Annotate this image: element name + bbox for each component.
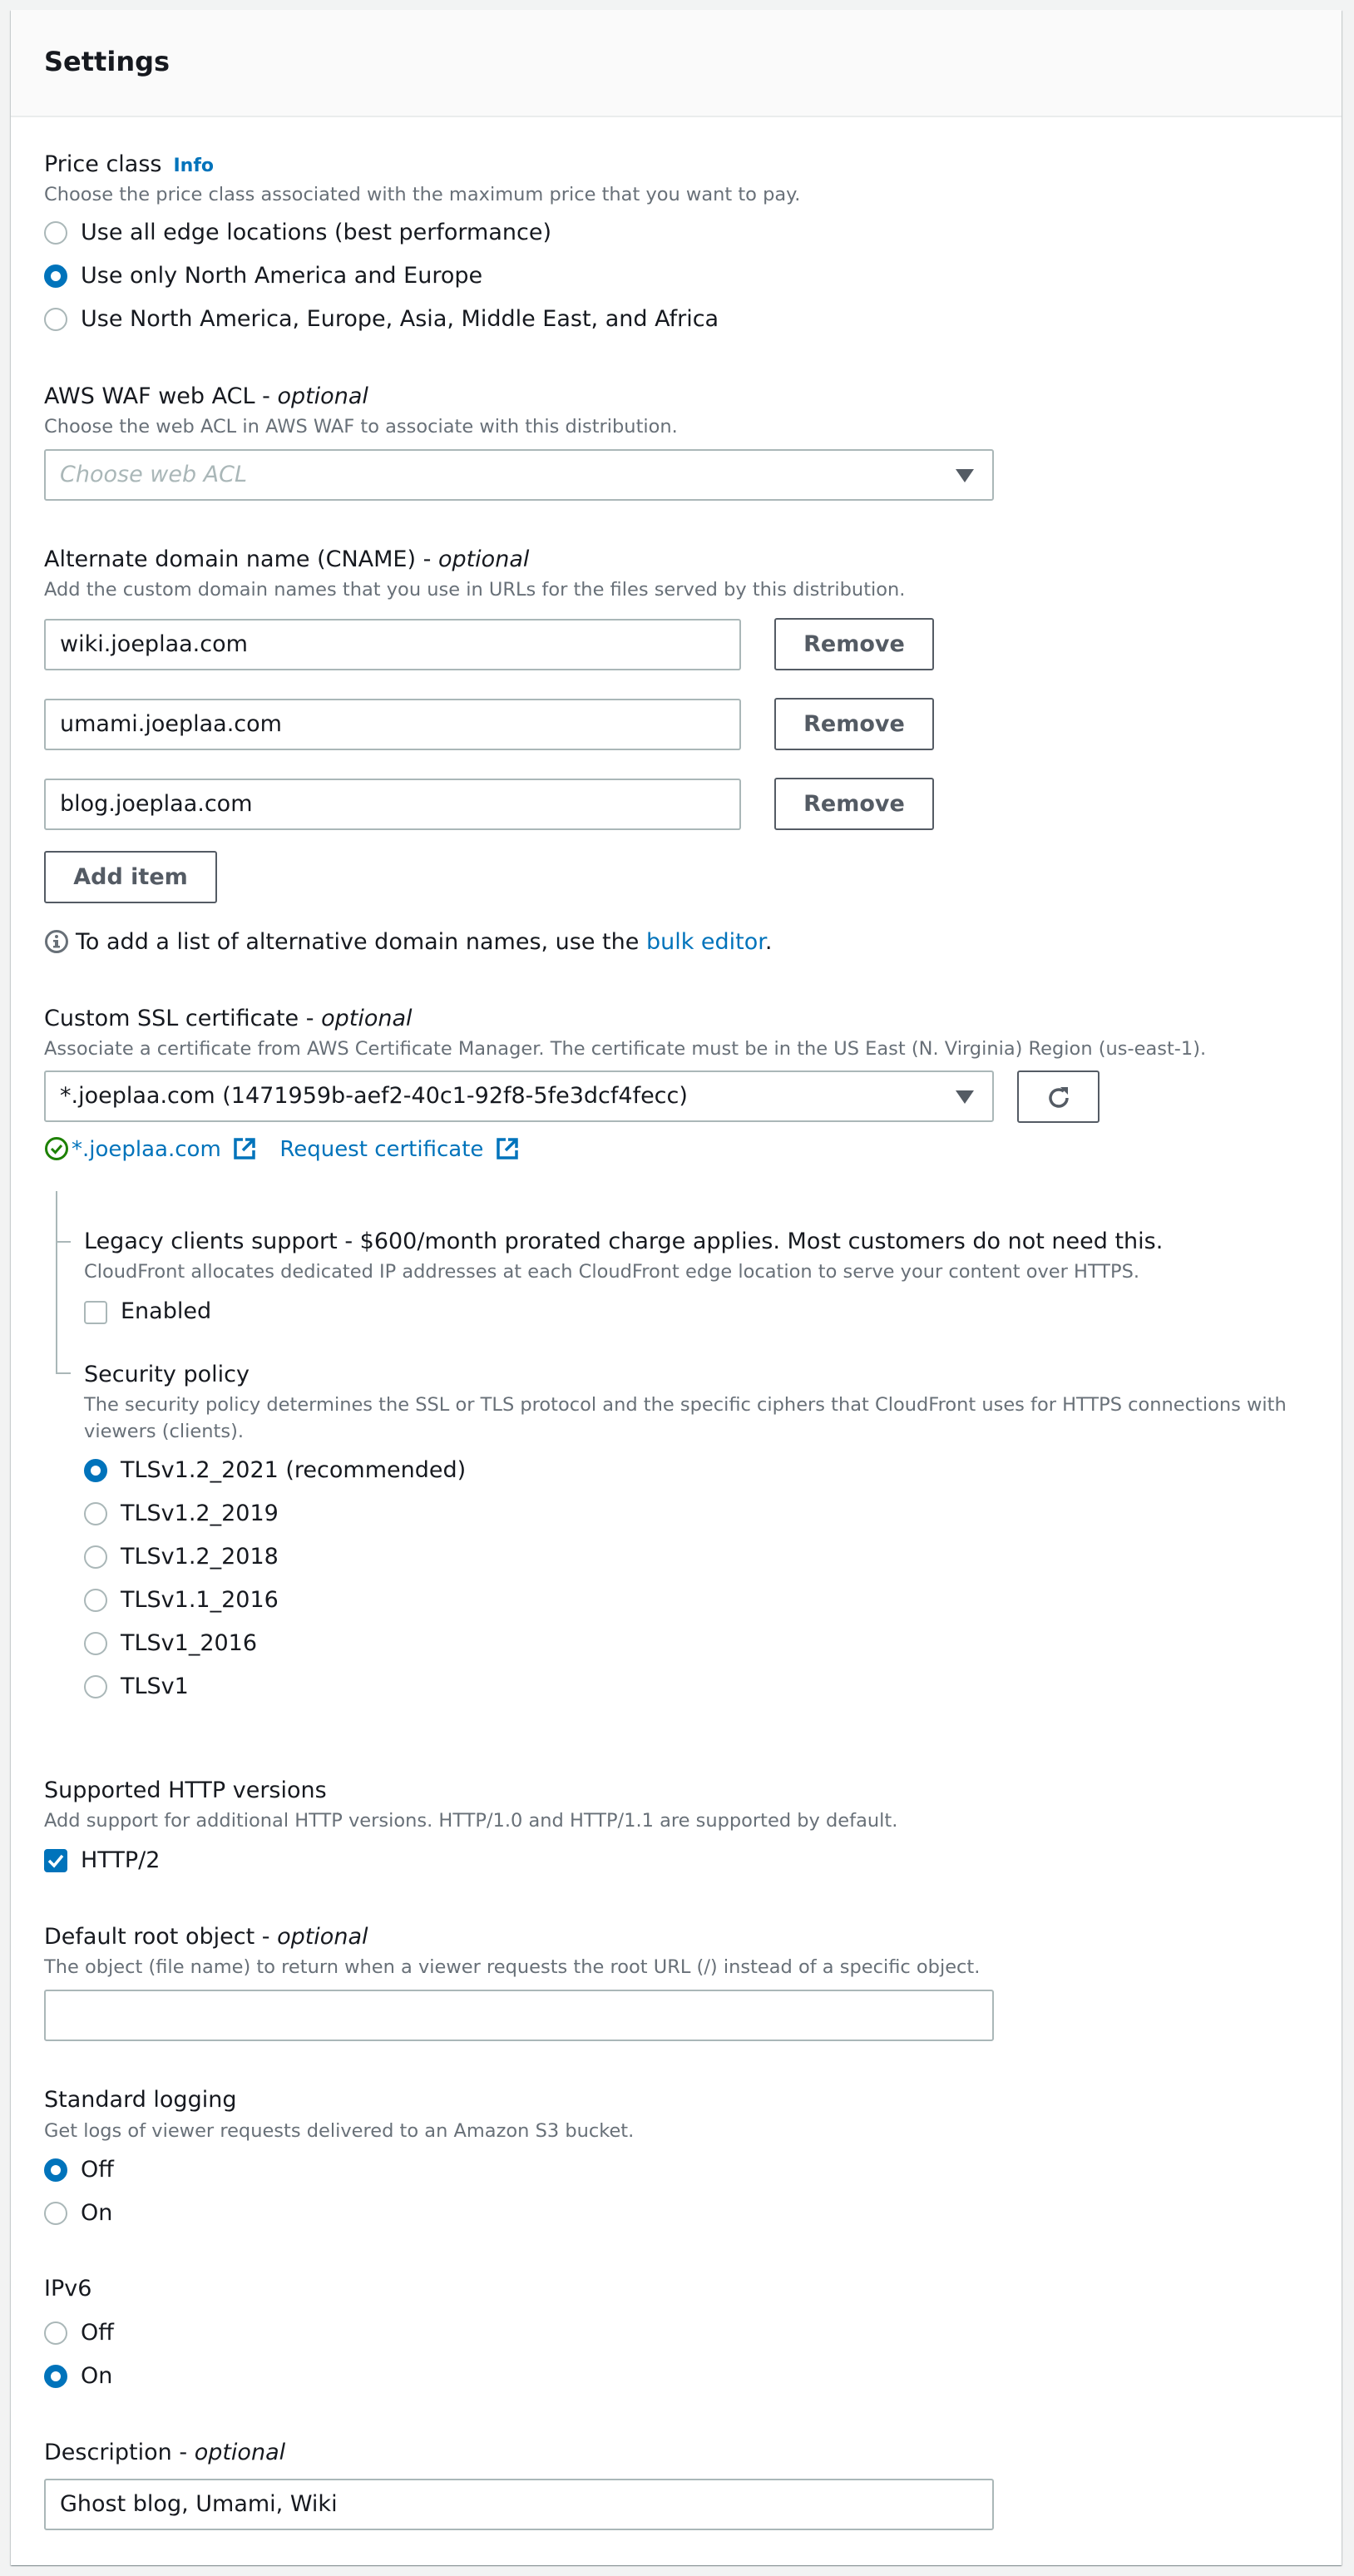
caret-down-icon [956,1090,974,1104]
root-object-label-text: Default root object - [44,1924,278,1950]
security-policy-label: Security policy [84,1362,250,1387]
price-class-option-na-eu-asia-label[interactable]: Use North America, Europe, Asia, Middle … [81,305,719,334]
ipv6-label: IPv6 [44,2276,92,2302]
tls-option-label[interactable]: TLSv1_2016 [121,1629,257,1658]
waf-label: AWS WAF web ACL - optional [44,383,368,411]
tls-option-label[interactable]: TLSv1 [121,1673,189,1701]
legacy-clients-checkbox-label[interactable]: Enabled [121,1298,211,1326]
standard-logging-description: Get logs of viewer requests delivered to… [44,2120,635,2142]
tls-radio[interactable] [84,1502,107,1525]
ssl-certificate-links: *.joeplaa.com Request certificate [44,1135,519,1164]
ssl-selected-certificate: *.joeplaa.com (1471959b-aef2-40c1-92f8-5… [60,1083,688,1109]
http-versions-description: Add support for additional HTTP versions… [44,1810,898,1832]
refresh-icon [1048,1086,1069,1108]
cname-bulk-hint: To add a list of alternative domain name… [44,928,773,957]
tls-radio[interactable] [84,1675,107,1698]
root-object-input[interactable] [44,1990,994,2041]
ipv6-on-label[interactable]: On [81,2362,112,2391]
logging-on-label[interactable]: On [81,2199,112,2227]
certificate-status-link[interactable]: *.joeplaa.com [72,1137,221,1162]
description-optional-text: optional [194,2440,286,2465]
price-class-description: Choose the price class associated with t… [44,184,801,205]
request-certificate-link[interactable]: Request certificate [279,1137,483,1162]
waf-optional-text: optional [277,383,368,409]
http2-checkbox[interactable] [44,1849,67,1872]
price-class-option-all-label[interactable]: Use all edge locations (best performance… [81,219,551,247]
ssl-certificate-select[interactable]: *.joeplaa.com (1471959b-aef2-40c1-92f8-5… [44,1070,994,1122]
logging-on-radio[interactable] [44,2202,67,2225]
price-class-radio-na-eu[interactable] [44,265,67,288]
root-object-description: The object (file name) to return when a … [44,1956,981,1978]
price-class-info-link[interactable]: Info [173,156,214,176]
logging-off-radio[interactable] [44,2158,67,2182]
price-class-option-na-eu-label[interactable]: Use only North America and Europe [81,262,482,290]
description-label: Description - optional [44,2439,285,2467]
cname-description: Add the custom domain names that you use… [44,579,906,601]
tree-connector-tick [56,1372,71,1374]
legacy-clients-checkbox[interactable] [84,1301,107,1324]
legacy-clients-description: CloudFront allocates dedicated IP addres… [84,1261,1140,1283]
tree-connector-line [56,1191,57,1374]
info-icon [45,930,68,953]
refresh-certificates-button[interactable] [1017,1070,1100,1123]
cname-input[interactable]: blog.joeplaa.com [44,779,741,830]
waf-label-text: AWS WAF web ACL - [44,383,278,409]
cname-hint-text: To add a list of alternative domain name… [76,929,646,955]
panel-header: Settings [11,10,1342,117]
price-class-radio-all[interactable] [44,221,67,245]
waf-web-acl-select[interactable]: Choose web ACL [44,449,994,501]
cname-label: Alternate domain name (CNAME) - optional [44,546,529,574]
price-class-label-text: Price class [44,151,162,177]
panel-title: Settings [44,46,170,77]
ssl-optional-text: optional [321,1006,413,1031]
tls-radio[interactable] [84,1632,107,1655]
cname-hint-suffix: . [764,929,773,955]
price-class-label: Price class Info [44,151,214,180]
cname-input[interactable]: wiki.joeplaa.com [44,619,741,670]
tls-radio[interactable] [84,1589,107,1612]
http-versions-label: Supported HTTP versions [44,1777,327,1803]
cname-input[interactable]: umami.joeplaa.com [44,699,741,750]
ssl-description: Associate a certificate from AWS Certifi… [44,1038,1207,1060]
description-input[interactable]: Ghost blog, Umami, Wiki [44,2479,994,2530]
ipv6-off-label[interactable]: Off [81,2319,114,2347]
tls-option-label[interactable]: TLSv1.1_2016 [121,1586,279,1614]
tls-radio[interactable] [84,1459,107,1482]
security-policy-description-line-2: viewers (clients). [84,1421,245,1442]
caret-down-icon [956,469,974,482]
cname-optional-text: optional [437,546,530,572]
external-link-icon[interactable] [496,1137,519,1160]
ssl-label-text: Custom SSL certificate - [44,1006,322,1031]
bulk-editor-link[interactable]: bulk editor [646,929,765,955]
settings-panel: Settings Price class Info Choose the pric… [11,10,1342,2565]
status-success-icon [45,1137,68,1160]
add-item-button[interactable]: Add item [44,851,217,903]
tls-radio[interactable] [84,1545,107,1569]
tls-option-label[interactable]: TLSv1.2_2021 (recommended) [121,1456,466,1485]
legacy-clients-label: Legacy clients support - $600/month pror… [84,1229,1164,1254]
checkmark-icon [47,1854,64,1868]
waf-select-placeholder: Choose web ACL [60,462,248,487]
external-link-icon[interactable] [233,1137,256,1160]
logging-off-label[interactable]: Off [81,2156,114,2184]
http2-checkbox-label[interactable]: HTTP/2 [81,1847,160,1875]
remove-cname-button[interactable]: Remove [774,698,934,750]
waf-description: Choose the web ACL in AWS WAF to associa… [44,416,678,438]
ipv6-off-radio[interactable] [44,2321,67,2345]
security-policy-description-line-1: The security policy determines the SSL o… [84,1394,1287,1416]
root-object-optional-text: optional [277,1924,368,1950]
ipv6-on-radio[interactable] [44,2365,67,2388]
description-label-text: Description - [44,2440,195,2465]
ssl-label: Custom SSL certificate - optional [44,1005,413,1033]
price-class-radio-na-eu-asia[interactable] [44,308,67,331]
root-object-label: Default root object - optional [44,1923,368,1951]
remove-cname-button[interactable]: Remove [774,618,934,670]
tls-option-label[interactable]: TLSv1.2_2019 [121,1500,279,1528]
remove-cname-button[interactable]: Remove [774,778,934,830]
tls-option-label[interactable]: TLSv1.2_2018 [121,1543,279,1571]
cname-label-text: Alternate domain name (CNAME) - [44,546,438,572]
tree-connector-tick [56,1241,71,1243]
standard-logging-label: Standard logging [44,2087,237,2113]
